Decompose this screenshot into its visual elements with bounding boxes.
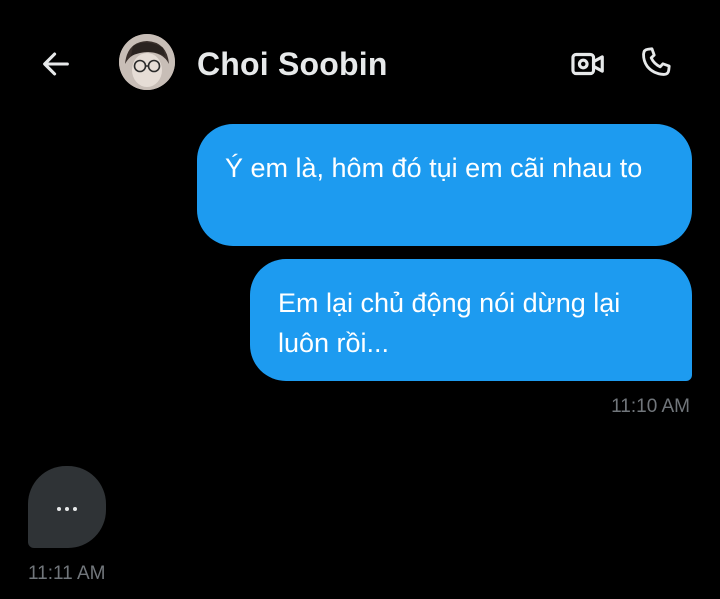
outgoing-message-bubble[interactable]: Ý em là, hôm đó tụi em cãi nhau to (197, 124, 692, 246)
avatar-photo (119, 34, 175, 90)
incoming-timestamp: 11:11 AM (28, 563, 106, 584)
video-call-button[interactable] (566, 42, 610, 86)
message-text: Ý em là, hôm đó tụi em cãi nhau to (225, 153, 643, 183)
typing-dot (57, 507, 61, 511)
avatar[interactable] (119, 34, 175, 90)
video-camera-icon (571, 52, 604, 76)
typing-dots-icon (57, 507, 77, 511)
message-text: Em lại chủ động nói dừng lại luôn rồi... (278, 288, 621, 358)
conversation-header: Choi Soobin (0, 0, 720, 120)
outgoing-timestamp: 11:10 AM (611, 396, 690, 417)
back-button[interactable] (32, 40, 80, 88)
phone-icon (642, 47, 671, 76)
typing-dot (73, 507, 77, 511)
contact-name[interactable]: Choi Soobin (197, 44, 388, 84)
voice-call-button[interactable] (634, 40, 678, 84)
arrow-left-icon (43, 52, 69, 76)
outgoing-message-bubble[interactable]: Em lại chủ động nói dừng lại luôn rồi... (250, 259, 692, 381)
typing-dot (65, 507, 69, 511)
dm-conversation-screen: Choi Soobin Ý em là, hôm đó tụi em cãi n… (0, 0, 720, 599)
typing-indicator-bubble (28, 466, 106, 548)
